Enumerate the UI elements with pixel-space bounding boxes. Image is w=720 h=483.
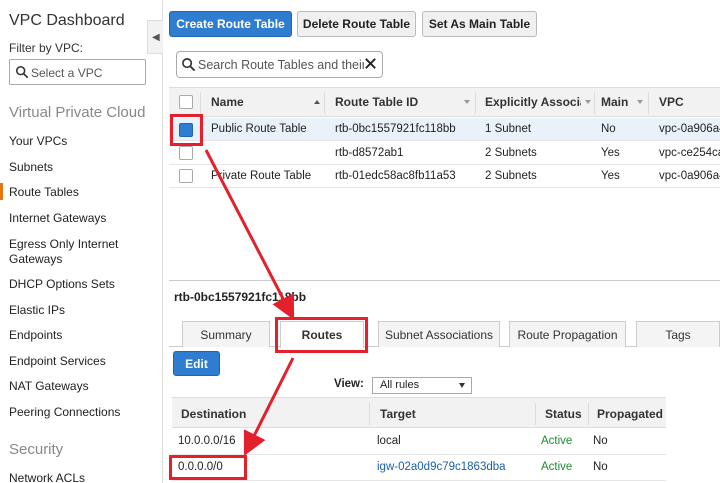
cell-vpc: vpc-ce254ca xyxy=(659,147,720,159)
column-header-main[interactable]: Main xyxy=(601,95,628,109)
column-header-route-table-id[interactable]: Route Table ID xyxy=(335,95,418,109)
cell-association: 2 Subnets xyxy=(485,170,537,182)
chevron-left-icon: ◀ xyxy=(152,32,160,43)
cell-main: Yes xyxy=(601,170,620,182)
cell-target: local xyxy=(377,435,401,447)
view-filter-value: All rules xyxy=(380,379,420,391)
table-row[interactable]: Public Route Table rtb-0bc1557921fc118bb… xyxy=(169,118,720,141)
column-header-propagated: Propagated xyxy=(597,407,664,421)
sidebar-item-dhcp-options-sets[interactable]: DHCP Options Sets xyxy=(9,277,149,292)
cell-name: Private Route Table xyxy=(211,170,312,182)
sidebar-item-your-vpcs[interactable]: Your VPCs xyxy=(9,134,149,149)
sidebar-item-subnets[interactable]: Subnets xyxy=(9,160,149,175)
cell-main: Yes xyxy=(601,147,620,159)
cell-status: Active xyxy=(541,461,573,473)
sort-icon[interactable] xyxy=(464,100,470,104)
column-divider xyxy=(648,92,649,114)
sidebar-item-internet-gateways[interactable]: Internet Gateways xyxy=(9,211,149,226)
highlight-destination xyxy=(169,455,247,480)
chevron-down-icon xyxy=(459,383,465,388)
cell-destination: 10.0.0.0/16 xyxy=(178,435,236,447)
column-header-vpc[interactable]: VPC xyxy=(659,95,684,109)
section-security: Security xyxy=(9,441,64,458)
sidebar-item-network-acls[interactable]: Network ACLs xyxy=(9,471,149,483)
collapse-sidebar-button[interactable]: ◀ xyxy=(147,20,163,54)
section-virtual-private-cloud: Virtual Private Cloud xyxy=(9,104,146,121)
sidebar: VPC Dashboard Filter by VPC: Select a VP… xyxy=(0,0,163,483)
tab-summary[interactable]: Summary xyxy=(182,321,270,347)
sidebar-item-endpoint-services[interactable]: Endpoint Services xyxy=(9,354,149,369)
table-row[interactable]: rtb-d8572ab1 2 Subnets Yes vpc-ce254ca xyxy=(169,142,720,165)
sidebar-item-nat-gateways[interactable]: NAT Gateways xyxy=(9,379,149,394)
search-placeholder: Search Route Tables and their properties xyxy=(198,58,364,72)
selected-route-table-id: rtb-0bc1557921fc118bb xyxy=(174,290,307,304)
column-divider xyxy=(594,92,595,114)
cell-association: 2 Subnets xyxy=(485,147,537,159)
highlight-checkbox xyxy=(170,114,203,146)
sort-icon[interactable] xyxy=(637,100,643,104)
active-item-indicator xyxy=(0,183,3,200)
edit-routes-button[interactable]: Edit xyxy=(173,351,220,376)
row-checkbox[interactable] xyxy=(179,169,193,183)
create-route-table-button[interactable]: Create Route Table xyxy=(169,11,292,37)
sort-icon[interactable] xyxy=(585,100,591,104)
column-header-target: Target xyxy=(380,407,416,421)
cell-propagated: No xyxy=(593,461,608,473)
vpc-filter-input[interactable]: Select a VPC xyxy=(9,59,146,85)
clear-search-icon[interactable] xyxy=(363,56,378,71)
route-table-search-input[interactable]: Search Route Tables and their properties xyxy=(176,51,383,78)
column-divider xyxy=(200,92,201,114)
cell-vpc: vpc-0a906a4 xyxy=(659,170,720,182)
cell-name: Public Route Table xyxy=(211,123,307,135)
cell-route-table-id: rtb-01edc58ac8fb11a53 xyxy=(335,170,456,182)
cell-main: No xyxy=(601,123,616,135)
column-header-name[interactable]: Name xyxy=(211,95,244,109)
sidebar-title[interactable]: VPC Dashboard xyxy=(9,12,125,30)
tab-tags[interactable]: Tags xyxy=(636,321,720,347)
column-divider xyxy=(535,403,536,425)
set-as-main-table-button[interactable]: Set As Main Table xyxy=(422,11,537,37)
highlight-routes-tab xyxy=(275,317,368,353)
cell-propagated: No xyxy=(593,435,608,447)
column-header-destination: Destination xyxy=(181,407,247,421)
column-divider xyxy=(324,92,325,114)
sidebar-item-endpoints[interactable]: Endpoints xyxy=(9,328,149,343)
row-checkbox[interactable] xyxy=(179,146,193,160)
cell-association: 1 Subnet xyxy=(485,123,532,135)
select-all-checkbox[interactable] xyxy=(179,95,193,109)
cell-target-link[interactable]: igw-02a0d9c79c1863dba xyxy=(377,461,506,473)
route-row: 10.0.0.0/16 local Active No xyxy=(172,429,666,455)
column-divider xyxy=(588,403,589,425)
column-divider xyxy=(369,403,370,425)
delete-route-table-button[interactable]: Delete Route Table xyxy=(297,11,416,37)
sort-ascending-icon[interactable] xyxy=(314,100,320,104)
column-divider xyxy=(475,92,476,114)
view-filter-select[interactable]: All rules xyxy=(372,377,472,394)
column-header-status: Status xyxy=(545,407,582,421)
search-icon xyxy=(15,65,29,79)
cell-route-table-id: rtb-0bc1557921fc118bb xyxy=(335,123,456,135)
routes-table-header: Destination Target Status Propagated xyxy=(172,397,666,428)
sidebar-item-egress-only-internet-gateways[interactable]: Egress Only Internet Gateways xyxy=(9,237,121,267)
cell-status: Active xyxy=(541,435,573,447)
view-label: View: xyxy=(334,378,364,390)
sidebar-item-peering-connections[interactable]: Peering Connections xyxy=(9,405,149,420)
cell-vpc: vpc-0a906a4 xyxy=(659,123,720,135)
search-icon xyxy=(182,58,196,72)
sidebar-item-route-tables[interactable]: Route Tables xyxy=(9,185,149,200)
sidebar-item-elastic-ips[interactable]: Elastic IPs xyxy=(9,303,149,318)
tab-route-propagation[interactable]: Route Propagation xyxy=(509,321,626,347)
filter-by-vpc-label: Filter by VPC: xyxy=(9,41,84,55)
cell-route-table-id: rtb-d8572ab1 xyxy=(335,147,404,159)
column-header-explicitly-associated[interactable]: Explicitly Associated With xyxy=(485,95,581,109)
tab-subnet-associations[interactable]: Subnet Associations xyxy=(378,321,500,347)
table-row[interactable]: Private Route Table rtb-01edc58ac8fb11a5… xyxy=(169,165,720,188)
vpc-filter-placeholder: Select a VPC xyxy=(31,66,103,80)
pane-divider[interactable] xyxy=(169,280,720,281)
route-tables-header: Name Route Table ID Explicitly Associate… xyxy=(169,87,720,117)
